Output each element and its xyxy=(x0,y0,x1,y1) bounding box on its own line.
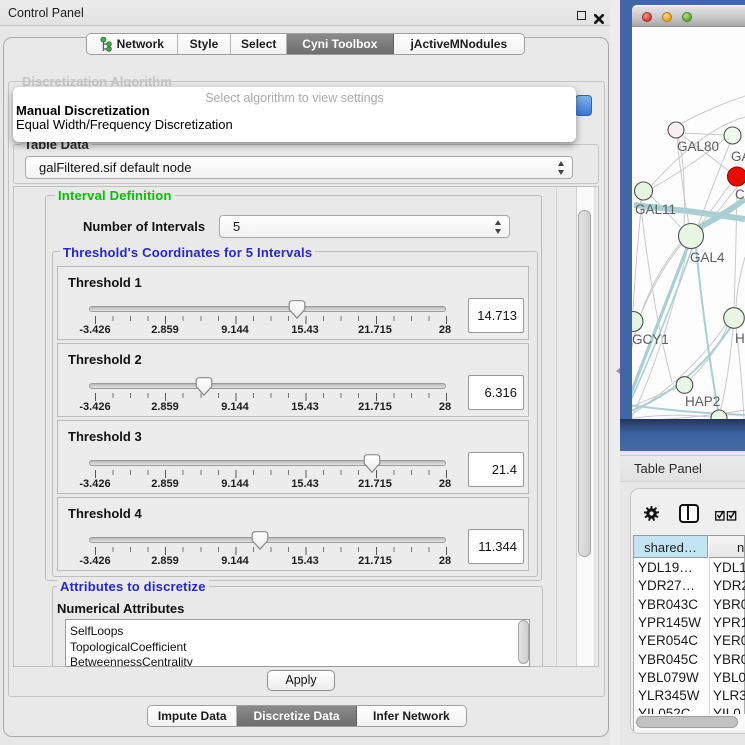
svg-text:GCY1: GCY1 xyxy=(632,332,669,347)
svg-text:HAP2: HAP2 xyxy=(685,394,720,409)
svg-text:GAL4: GAL4 xyxy=(690,250,725,265)
svg-text:GA: GA xyxy=(731,149,745,164)
svg-text:GAL11: GAL11 xyxy=(635,202,676,217)
svg-text:H: H xyxy=(735,331,745,346)
svg-text:GAL80: GAL80 xyxy=(677,139,719,154)
svg-text:C: C xyxy=(735,187,745,202)
